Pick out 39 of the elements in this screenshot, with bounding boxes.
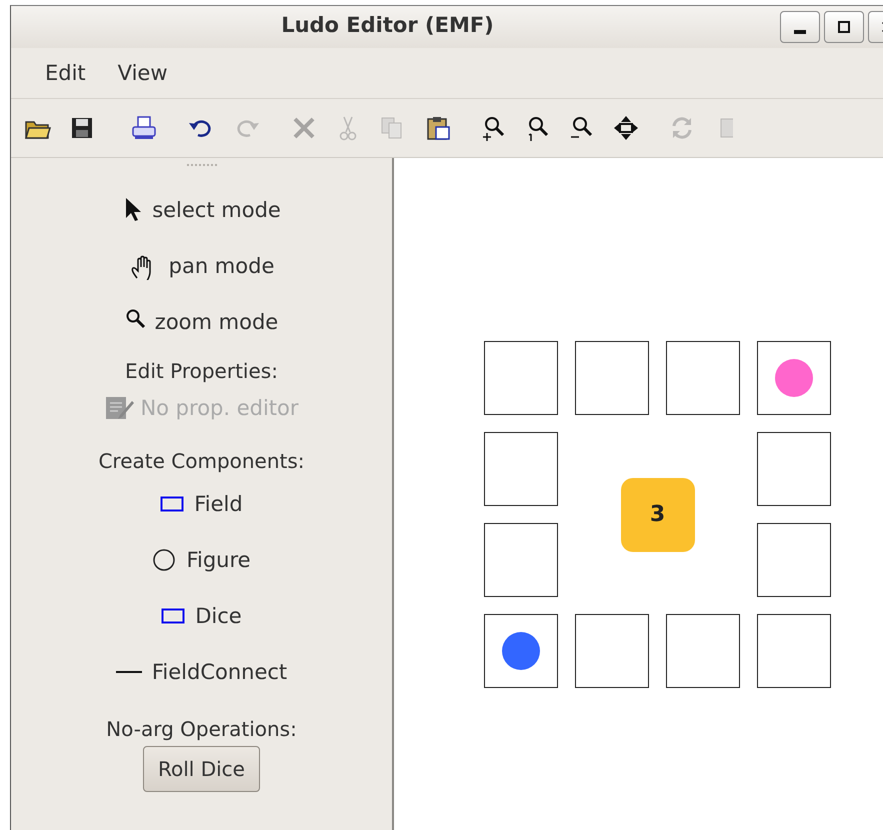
component-button[interactable]: Figure	[146, 532, 257, 588]
move-icon	[612, 114, 640, 142]
maximize-button[interactable]	[824, 11, 864, 43]
mode-button[interactable]: select mode	[116, 182, 287, 238]
mode-button[interactable]: pan mode	[122, 238, 280, 294]
board-field[interactable]	[666, 614, 740, 688]
component-button[interactable]: Dice	[155, 588, 248, 644]
printer-icon	[130, 114, 158, 142]
board-field[interactable]	[575, 341, 649, 415]
board-field[interactable]	[757, 341, 831, 415]
dice[interactable]: 3	[620, 478, 694, 552]
maximize-icon	[837, 20, 851, 34]
component-button[interactable]: Field	[154, 476, 249, 532]
minimize-icon	[794, 30, 806, 34]
window-title: Ludo Editor (EMF)	[280, 13, 495, 37]
section-heading: Edit Properties:	[125, 358, 278, 385]
mode-button[interactable]: zoom mode	[118, 294, 284, 350]
menu-item[interactable]: Edit	[45, 61, 86, 85]
board-field[interactable]	[757, 614, 831, 688]
board-field[interactable]	[575, 614, 649, 688]
line-icon	[116, 670, 142, 674]
roll-dice-button[interactable]: Roll Dice	[143, 746, 260, 792]
board-field[interactable]	[484, 432, 558, 506]
board-field[interactable]	[484, 523, 558, 597]
board-field[interactable]	[757, 523, 831, 597]
circle-icon	[152, 548, 176, 572]
board-field[interactable]	[757, 432, 831, 506]
minimize-button[interactable]	[780, 11, 820, 43]
rectangle-icon	[160, 496, 184, 512]
component-button[interactable]: FieldConnect	[110, 644, 294, 700]
board-field[interactable]	[666, 341, 740, 415]
section-heading: No-arg Operations:	[106, 716, 297, 743]
game-piece[interactable]	[502, 632, 540, 670]
rectangle-icon	[161, 608, 186, 624]
note-icon	[104, 395, 134, 421]
menu-item[interactable]: View	[118, 61, 168, 85]
board-field[interactable]	[484, 341, 558, 415]
board-field[interactable]	[484, 614, 558, 688]
section-heading: Create Components:	[98, 448, 305, 475]
